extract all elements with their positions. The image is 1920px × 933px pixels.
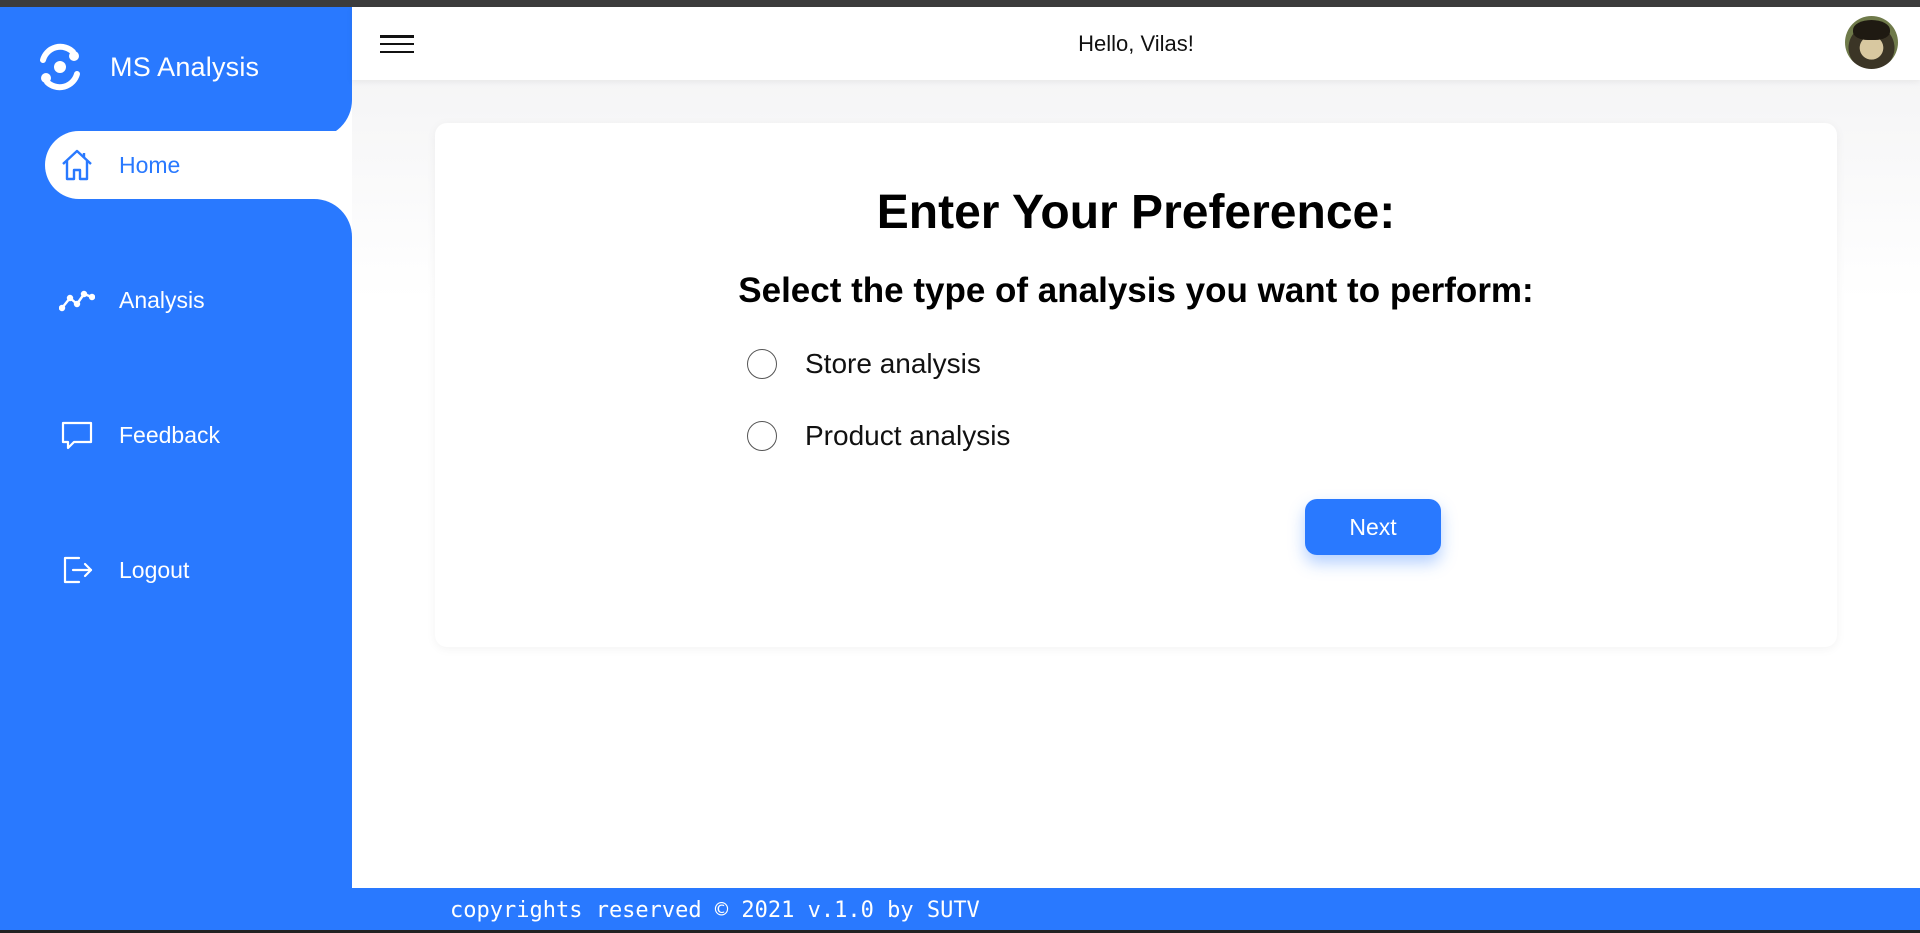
sidebar-item-label: Logout	[119, 556, 190, 583]
sidebar: MS Analysis Home Analysis Feedback Logou…	[0, 7, 352, 933]
copyright-text: copyrights reserved © 2021 v.1.0 by SUTV	[450, 898, 980, 923]
page-title: Enter Your Preference:	[876, 186, 1396, 239]
app-logo-icon	[32, 39, 88, 95]
home-icon	[57, 145, 97, 185]
window-top-bar	[0, 0, 1920, 7]
sidebar-item-label: Feedback	[119, 421, 221, 448]
sidebar-item-home[interactable]: Home	[45, 131, 352, 199]
chat-bubble-icon	[57, 415, 97, 455]
option-product-analysis[interactable]: Product analysis	[747, 416, 1010, 456]
radio-button[interactable]	[747, 349, 777, 379]
logout-icon	[57, 550, 97, 590]
preference-card: Enter Your Preference: Select the type o…	[435, 123, 1837, 647]
sidebar-item-feedback[interactable]: Feedback	[45, 401, 352, 469]
avatar[interactable]	[1845, 16, 1898, 69]
page-subtitle: Select the type of analysis you want to …	[738, 271, 1534, 310]
line-chart-icon	[57, 280, 97, 320]
next-button[interactable]: Next	[1305, 499, 1441, 555]
top-header: Hello, Vilas!	[352, 7, 1920, 80]
sidebar-item-label: Home	[119, 151, 181, 178]
footer: copyrights reserved © 2021 v.1.0 by SUTV	[352, 888, 1920, 933]
option-store-analysis[interactable]: Store analysis	[747, 344, 981, 384]
sidebar-item-analysis[interactable]: Analysis	[45, 266, 352, 334]
option-label: Product analysis	[805, 420, 1011, 451]
sidebar-item-label: Analysis	[119, 286, 205, 313]
sidebar-item-logout[interactable]: Logout	[45, 536, 352, 604]
option-label: Store analysis	[805, 348, 981, 379]
radio-button[interactable]	[747, 421, 777, 451]
brand[interactable]: MS Analysis	[32, 37, 259, 97]
active-tab-curve-bottom	[312, 199, 352, 237]
app-name: MS Analysis	[110, 51, 260, 82]
user-greeting: Hello, Vilas!	[1078, 31, 1194, 56]
